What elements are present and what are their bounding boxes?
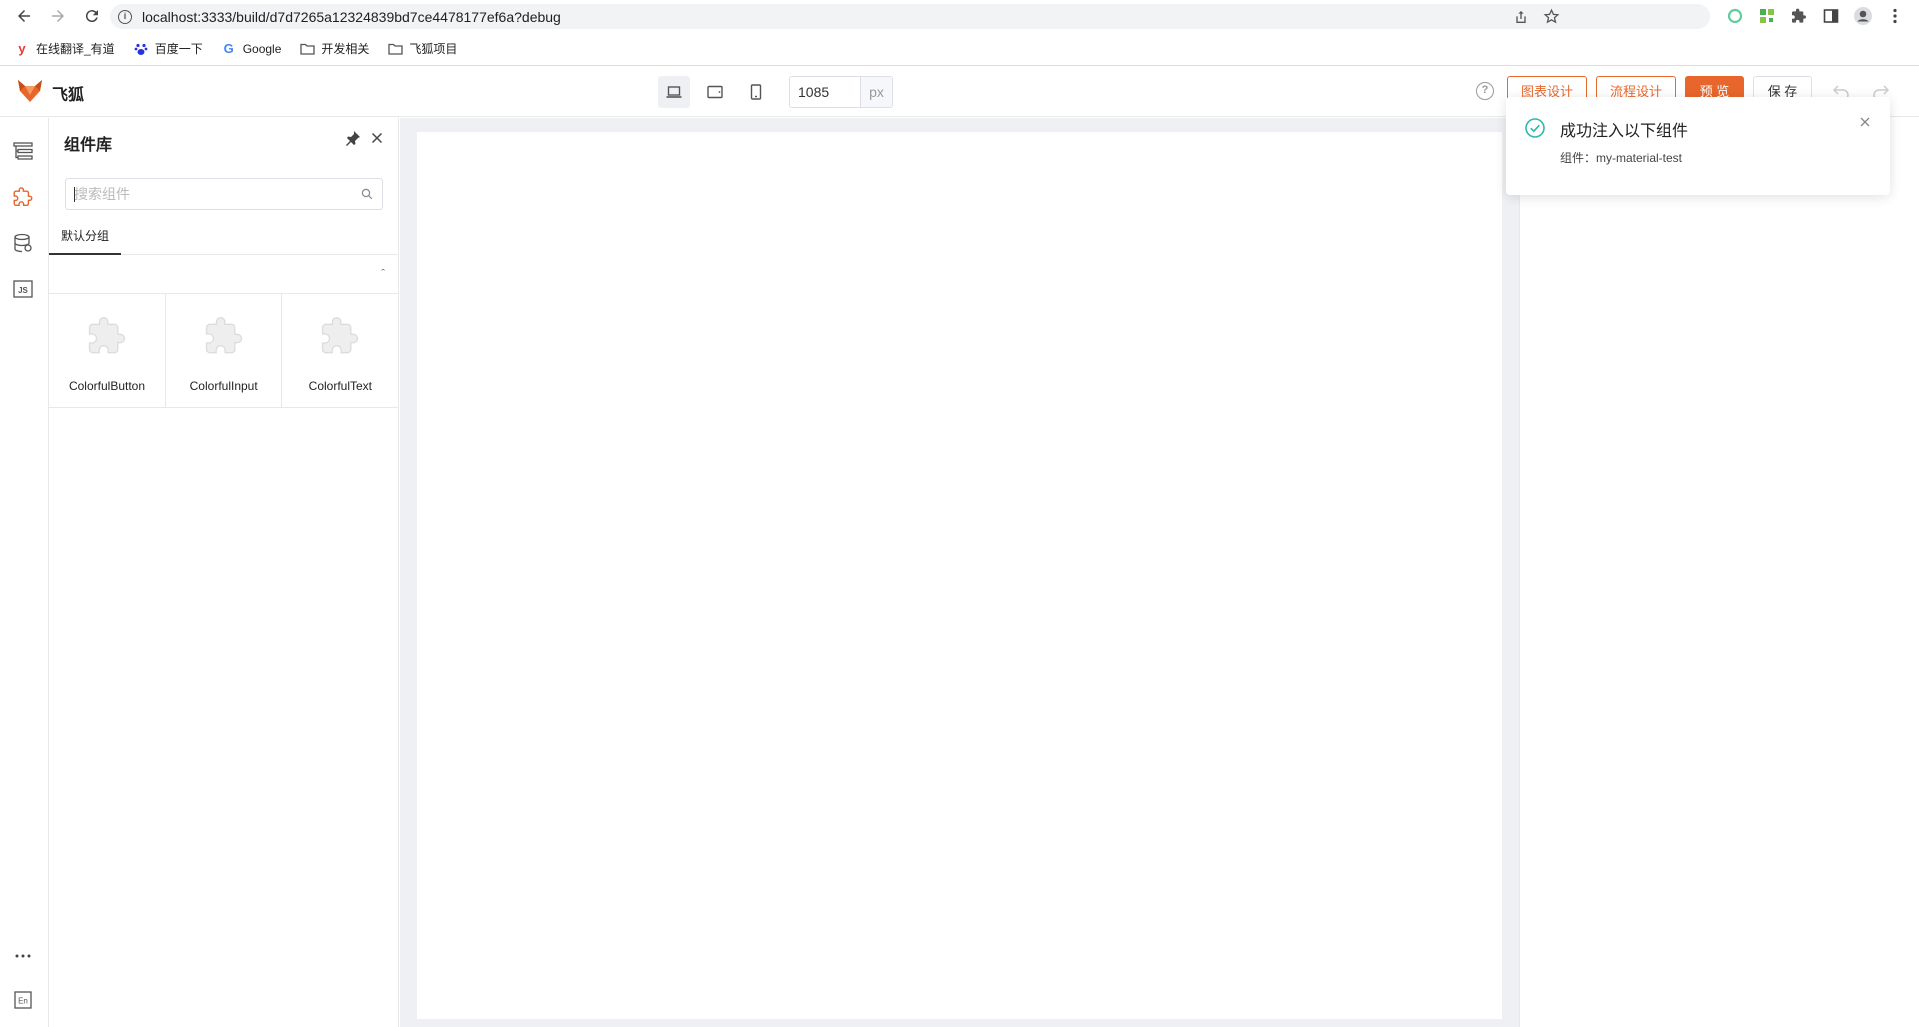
baidu-icon — [133, 42, 149, 56]
notification-body: 组件：my-material-test — [1560, 151, 1683, 165]
extension-green-circle-icon[interactable] — [1725, 6, 1745, 26]
reload-icon — [85, 10, 98, 23]
side-panel-icon[interactable] — [1821, 6, 1841, 26]
component-name: ColorfulText — [308, 379, 373, 393]
component-panel: 组件库 默认分组 ˆ ColorfulButton ColorfulInput … — [49, 118, 400, 1027]
forward-button[interactable] — [44, 2, 72, 30]
text-caret — [74, 187, 75, 202]
device-switch — [658, 76, 772, 108]
canvas-width-input[interactable]: 1085 px — [789, 76, 893, 108]
profile-avatar-icon[interactable] — [1853, 6, 1873, 26]
search-icon[interactable] — [361, 188, 373, 200]
help-icon[interactable]: ? — [1476, 82, 1494, 100]
close-icon[interactable] — [1858, 115, 1872, 129]
component-card-colorful-button[interactable]: ColorfulButton — [49, 294, 166, 408]
bookmark-label: 百度一下 — [154, 42, 203, 56]
pin-icon[interactable] — [345, 130, 361, 146]
chevron-up-icon[interactable]: ˆ — [381, 268, 385, 280]
search-input[interactable] — [66, 179, 346, 209]
bookmark-label: 开发相关 — [321, 42, 370, 56]
back-button[interactable] — [10, 2, 38, 30]
outline-tree-icon[interactable] — [12, 140, 34, 162]
site-info-icon[interactable]: i — [118, 9, 132, 24]
folder-icon — [387, 42, 403, 56]
mobile-icon — [750, 84, 762, 100]
arrow-left-icon — [18, 10, 30, 22]
star-icon[interactable] — [1543, 8, 1560, 25]
component-card-colorful-text[interactable]: ColorfulText — [282, 294, 400, 408]
more-vert-icon[interactable] — [1885, 6, 1905, 26]
address-bar[interactable]: i localhost:3333/build/d7d7265a12324839b… — [110, 4, 1710, 29]
svg-text:En: En — [18, 997, 28, 1006]
bookmark-label: 飞狐项目 — [409, 42, 458, 56]
canvas-page[interactable] — [417, 132, 1502, 1019]
canvas-width-unit: px — [860, 77, 892, 107]
youdao-icon: y — [18, 41, 26, 56]
bookmark-youdao[interactable]: y 在线翻译_有道 — [14, 40, 115, 57]
tablet-icon — [707, 85, 723, 99]
bookmark-label: Google — [242, 41, 282, 56]
component-library-icon[interactable] — [12, 186, 34, 208]
search-box[interactable] — [65, 178, 383, 210]
component-name: ColorfulButton — [68, 379, 146, 393]
component-card-colorful-input[interactable]: ColorfulInput — [166, 294, 283, 408]
component-name: ColorfulInput — [189, 379, 258, 393]
panel-title: 组件库 — [64, 137, 113, 154]
desktop-view-button[interactable] — [658, 76, 690, 108]
folder-icon — [299, 42, 315, 56]
reload-button[interactable] — [78, 2, 106, 30]
canvas-area — [400, 118, 1519, 1027]
mobile-view-button[interactable] — [740, 76, 772, 108]
puzzle-extensions-icon[interactable] — [1789, 6, 1809, 26]
browser-toolbar: i localhost:3333/build/d7d7265a12324839b… — [0, 0, 1919, 32]
javascript-icon[interactable]: JS — [12, 278, 34, 300]
laptop-icon — [666, 86, 682, 98]
bookmark-label: 在线翻译_有道 — [36, 42, 115, 56]
fox-logo-icon — [18, 80, 42, 102]
bookmark-folder-dev[interactable]: 开发相关 — [299, 40, 369, 57]
url-text: localhost:3333/build/d7d7265a12324839bd7… — [142, 8, 561, 25]
data-source-icon[interactable] — [12, 232, 34, 254]
bookmarks-bar: y 在线翻译_有道 百度一下 G Google 开发相关 飞狐项目 — [0, 32, 1919, 66]
settings-panel — [1519, 118, 1919, 1027]
language-switch-icon[interactable]: En — [12, 989, 34, 1011]
arrow-right-icon — [52, 10, 64, 22]
puzzle-piece-icon — [322, 317, 359, 354]
bookmark-folder-feihu[interactable]: 飞狐项目 — [387, 40, 457, 57]
more-horizontal-icon[interactable] — [12, 945, 34, 967]
puzzle-piece-icon — [88, 317, 126, 354]
group-tabs: 默认分组 — [49, 225, 399, 255]
qrcode-icon[interactable] — [1757, 6, 1777, 26]
svg-text:JS: JS — [18, 286, 28, 295]
check-circle-icon — [1525, 118, 1545, 138]
component-grid: ColorfulButton ColorfulInput ColorfulTex… — [49, 294, 400, 408]
group-collapse-header[interactable]: ˆ — [49, 255, 399, 294]
extension-icons — [1725, 0, 1919, 32]
tablet-view-button[interactable] — [699, 76, 731, 108]
omnibox-actions — [1513, 4, 1560, 29]
puzzle-piece-icon — [205, 317, 242, 354]
success-notification: 成功注入以下组件 组件：my-material-test — [1506, 97, 1890, 195]
bookmark-google[interactable]: G Google — [221, 41, 282, 56]
bookmark-baidu[interactable]: 百度一下 — [133, 40, 203, 57]
left-rail: JS En — [0, 118, 49, 1027]
google-icon: G — [223, 41, 234, 56]
brand-name: 飞狐 — [52, 87, 85, 104]
notification-title: 成功注入以下组件 — [1560, 123, 1689, 140]
close-icon[interactable] — [369, 130, 385, 146]
tab-default-group[interactable]: 默认分组 — [49, 225, 121, 255]
share-icon[interactable] — [1513, 9, 1529, 25]
canvas-width-value[interactable]: 1085 — [790, 77, 860, 107]
